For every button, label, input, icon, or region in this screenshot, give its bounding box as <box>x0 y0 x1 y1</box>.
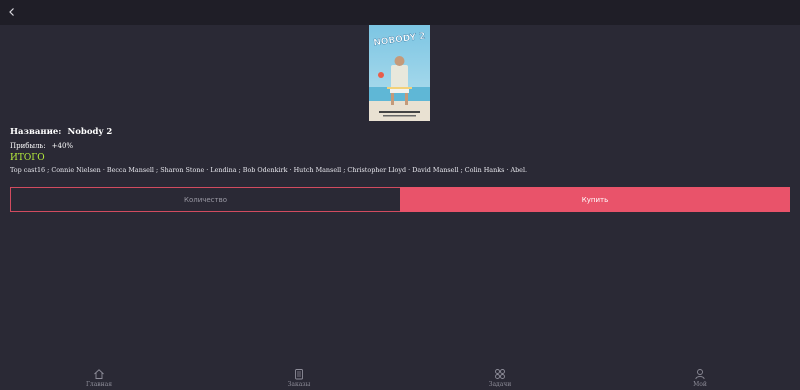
nav-label-orders: Заказы <box>287 381 311 388</box>
cast-text: Top cast16 ; Connie Nielsen · Becca Mans… <box>10 166 528 174</box>
profit-row: Прибыль: +40% <box>10 141 790 151</box>
nav-item-home[interactable]: Главная <box>69 368 129 389</box>
bottom-nav: Главная Заказы Задачи Мой <box>0 368 800 390</box>
tasks-icon <box>495 369 505 379</box>
movie-title-row: Название: Nobody 2 <box>10 126 790 138</box>
quantity-button[interactable]: Количество <box>10 187 400 212</box>
nav-item-orders[interactable]: Заказы <box>269 368 329 389</box>
orders-icon <box>295 369 303 380</box>
total-label: ИТОГО <box>10 153 45 163</box>
buy-button[interactable]: Купить <box>400 187 790 212</box>
top-bar <box>0 0 800 25</box>
home-icon <box>94 369 104 379</box>
profile-icon <box>695 369 705 380</box>
nav-label-tasks: Задачи <box>488 381 512 388</box>
back-button[interactable] <box>3 3 21 21</box>
nav-item-tasks[interactable]: Задачи <box>470 368 530 389</box>
action-buttons: Количество Купить <box>10 187 790 212</box>
nav-label-profile: Мой <box>693 381 707 388</box>
profit-value: +40% <box>51 142 74 150</box>
nav-label-home: Главная <box>85 381 113 388</box>
profit-label: Прибыль: <box>10 142 46 150</box>
title-label: Название: <box>10 127 62 137</box>
nav-item-profile[interactable]: Мой <box>670 368 730 389</box>
movie-info: Название: Nobody 2 Прибыль: +40% ИТОГО Top… <box>10 126 790 175</box>
movie-title: Nobody 2 <box>67 127 113 137</box>
movie-poster: NOBODY 2 <box>369 25 430 121</box>
chevron-left-icon <box>9 8 14 16</box>
